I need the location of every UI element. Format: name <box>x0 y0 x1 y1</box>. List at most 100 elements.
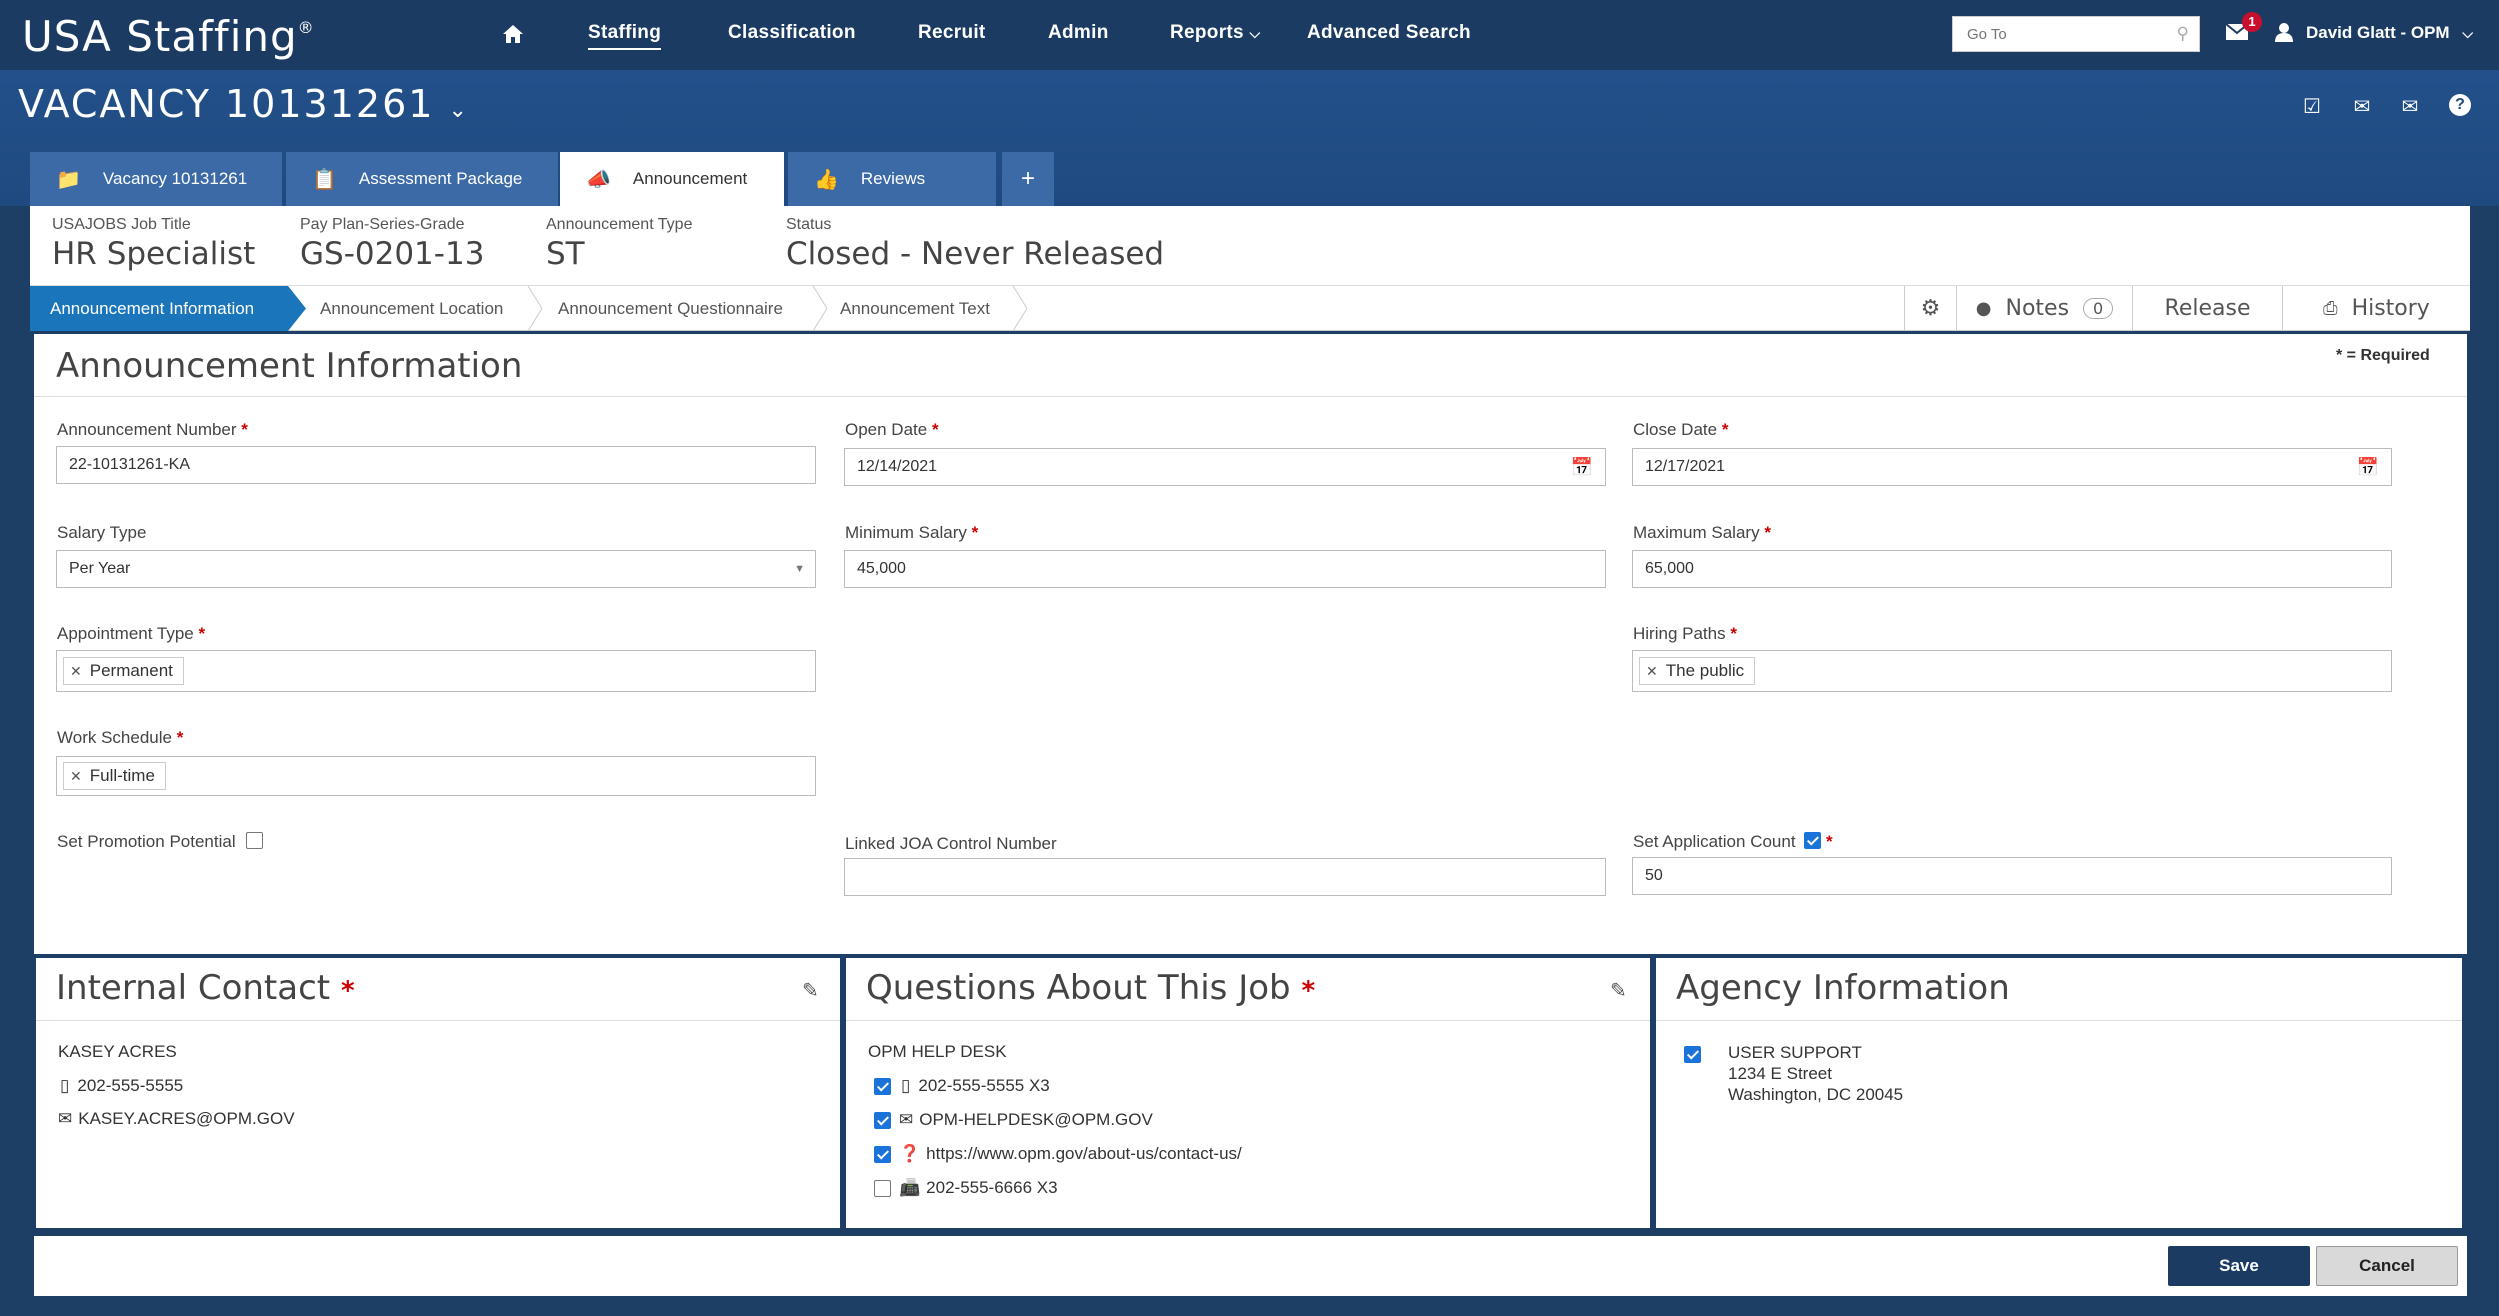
app-logo[interactable]: USA Staffing® <box>22 12 315 61</box>
tab-announcement[interactable]: 📣 Announcement <box>560 152 784 206</box>
cancel-button[interactable]: Cancel <box>2316 1246 2458 1286</box>
promotion-potential-checkbox[interactable] <box>246 832 264 850</box>
envelope-icon: ✉ <box>58 1109 73 1128</box>
nav-classification[interactable]: Classification <box>728 22 856 44</box>
subtab-separator <box>1012 286 1028 331</box>
goto-box: ⚲ <box>1952 16 2200 52</box>
subtab-announcement-information[interactable]: Announcement Information <box>30 286 288 331</box>
fax-checkbox[interactable] <box>874 1180 891 1198</box>
subtab-arrow <box>288 286 306 331</box>
folder-icon: 📁 <box>56 168 81 191</box>
linked-joa-field[interactable] <box>844 858 1606 896</box>
envelope-icon: ✉ <box>899 1110 914 1129</box>
sub-tabs: Announcement Information Announcement Lo… <box>30 285 2470 331</box>
close-date-label: Close Date * <box>1633 420 1729 439</box>
phone-checkbox[interactable] <box>874 1078 891 1096</box>
comment-icon: ● <box>1975 298 1992 319</box>
inbox-icon[interactable]: ✉ <box>2352 94 2372 118</box>
announcement-summary: USAJOBS Job Title HR Specialist Pay Plan… <box>30 206 2470 286</box>
home-icon[interactable] <box>502 24 524 44</box>
salary-type-label: Salary Type <box>57 523 147 542</box>
promotion-potential-label: Set Promotion Potential <box>57 832 264 852</box>
help-icon[interactable]: ? <box>2449 94 2471 116</box>
divider <box>36 1020 840 1021</box>
subtab-separator <box>527 286 543 331</box>
remove-icon[interactable]: ✕ <box>70 768 82 785</box>
url-checkbox[interactable] <box>874 1146 891 1164</box>
help-desk-fax: 📠 202-555-6666 X3 <box>874 1178 1058 1198</box>
subtab-announcement-questionnaire[interactable]: Announcement Questionnaire <box>558 286 783 331</box>
chevron-down-icon: ⌵ <box>1249 25 1261 41</box>
subtab-announcement-text[interactable]: Announcement Text <box>840 286 990 331</box>
thumbs-up-icon: 👍 <box>814 168 839 191</box>
salary-type-select[interactable]: Per Year ▼ <box>56 550 816 588</box>
email-checkbox[interactable] <box>874 1112 891 1130</box>
app-count-label: Set Application Count * <box>1633 832 1833 851</box>
close-date-field[interactable]: 12/17/2021 📅 <box>1632 448 2392 486</box>
min-salary-field[interactable]: 45,000 <box>844 550 1606 588</box>
tab-reviews[interactable]: 👍 Reviews <box>788 152 996 206</box>
mail-badge: 1 <box>2242 12 2262 32</box>
announcement-number-field[interactable]: 22-10131261-KA <box>56 446 816 484</box>
nav-admin[interactable]: Admin <box>1048 22 1109 44</box>
agency-checkbox[interactable] <box>1684 1046 1701 1064</box>
remove-icon[interactable]: ✕ <box>70 663 82 680</box>
internal-contact-title: Internal Contact * <box>56 968 355 1008</box>
linked-joa-label: Linked JOA Control Number <box>845 834 1057 853</box>
notes-count-badge: 0 <box>2083 298 2114 319</box>
announcement-type-label: Announcement Type <box>546 216 693 233</box>
vacancy-title[interactable]: VACANCY 10131261 ⌄ <box>18 82 469 126</box>
user-menu[interactable]: David Glatt - OPM ⌵ <box>2306 23 2473 43</box>
history-button[interactable]: ⎙ History <box>2282 286 2470 331</box>
calendar-icon[interactable]: 📅 <box>1571 457 1593 478</box>
appointment-type-field[interactable]: ✕ Permanent <box>56 650 816 692</box>
work-schedule-chip: ✕ Full-time <box>63 762 166 790</box>
open-date-field[interactable]: 12/14/2021 📅 <box>844 448 1606 486</box>
hiring-paths-label: Hiring Paths * <box>1633 624 1737 643</box>
min-salary-label: Minimum Salary * <box>845 523 979 542</box>
agency-title: Agency Information <box>1676 968 2010 1008</box>
appointment-type-label: Appointment Type * <box>57 624 206 643</box>
nav-recruit[interactable]: Recruit <box>918 22 986 44</box>
hiring-paths-field[interactable]: ✕ The public <box>1632 650 2392 692</box>
nav-staffing[interactable]: Staffing <box>588 22 662 50</box>
documents-icon: 📋 <box>312 168 337 191</box>
questions-panel: Questions About This Job * ✎ OPM HELP DE… <box>846 958 1650 1228</box>
nav-advanced-search[interactable]: Advanced Search <box>1307 22 1471 44</box>
agency-street: 1234 E Street <box>1728 1064 1832 1083</box>
tab-assessment-package[interactable]: 📋 Assessment Package <box>286 152 558 206</box>
goto-input[interactable] <box>1953 17 2153 51</box>
add-tab-button[interactable]: + <box>1002 152 1054 206</box>
subtab-announcement-location[interactable]: Announcement Location <box>320 286 503 331</box>
printer-icon: ⎙ <box>2323 298 2338 319</box>
search-icon[interactable]: ⚲ <box>2177 24 2189 44</box>
chat-icon[interactable]: ✉ <box>2400 94 2420 118</box>
help-desk-phone: ▯ 202-555-5555 X3 <box>874 1076 1050 1096</box>
contact-name: KASEY ACRES <box>58 1042 177 1061</box>
calendar-icon[interactable]: 📅 <box>2357 457 2379 478</box>
announcement-type-value: ST <box>546 236 585 272</box>
app-count-field[interactable]: 50 <box>1632 857 2392 895</box>
required-note: * = Required <box>2336 347 2430 364</box>
agency-city: Washington, DC 20045 <box>1728 1085 1904 1104</box>
divider <box>34 396 2467 397</box>
work-schedule-label: Work Schedule * <box>57 728 184 747</box>
work-schedule-field[interactable]: ✕ Full-time <box>56 756 816 796</box>
edit-icon[interactable]: ✎ <box>1610 978 1627 1003</box>
divider <box>846 1020 1650 1021</box>
ppsg-label: Pay Plan-Series-Grade <box>300 216 465 233</box>
nav-reports[interactable]: Reports ⌵ <box>1170 22 1260 44</box>
job-title-label: USAJOBS Job Title <box>52 216 191 233</box>
notes-button[interactable]: ● Notes 0 <box>1956 286 2132 331</box>
release-button[interactable]: Release <box>2132 286 2282 331</box>
max-salary-field[interactable]: 65,000 <box>1632 550 2392 588</box>
tab-vacancy[interactable]: 📁 Vacancy 10131261 <box>30 152 282 206</box>
max-salary-label: Maximum Salary * <box>1633 523 1771 542</box>
task-icon[interactable]: ☑ <box>2302 94 2322 118</box>
app-count-checkbox[interactable] <box>1804 832 1822 850</box>
remove-icon[interactable]: ✕ <box>1646 663 1658 680</box>
fax-icon: 📠 <box>899 1178 921 1197</box>
settings-button[interactable]: ⚙ <box>1904 286 1956 331</box>
edit-icon[interactable]: ✎ <box>802 978 819 1003</box>
save-button[interactable]: Save <box>2168 1246 2310 1286</box>
